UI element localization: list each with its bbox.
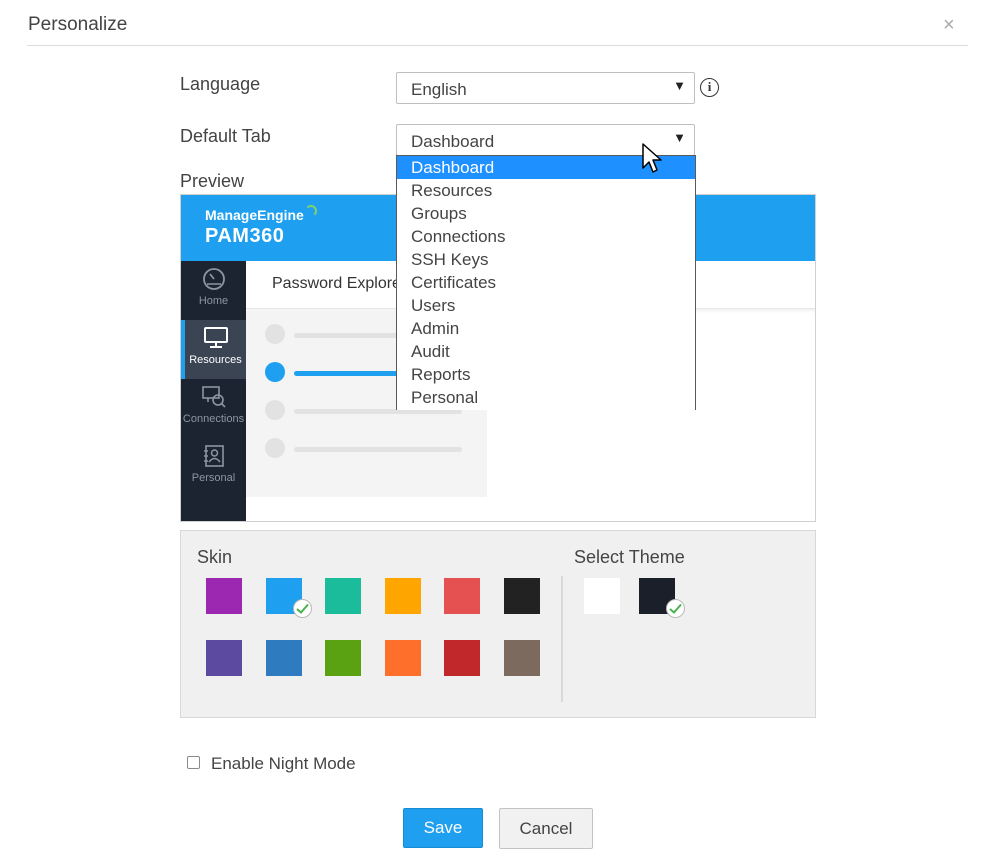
list-item-dot <box>265 400 285 420</box>
skin-swatch[interactable] <box>206 640 242 676</box>
option-connections[interactable]: Connections <box>397 225 695 248</box>
preview-nav-label: Resources <box>189 354 242 366</box>
select-theme-label: Select Theme <box>574 547 685 567</box>
night-mode-checkbox[interactable] <box>187 756 200 769</box>
preview-tab-label: Password Explorer <box>272 275 407 292</box>
preview-nav-connections: Connections <box>181 379 246 438</box>
preview-nav-personal: Personal <box>181 438 246 497</box>
skin-swatch[interactable] <box>266 640 302 676</box>
preview-nav-label: Personal <box>191 472 236 484</box>
preview-nav-resources: Resources <box>181 320 246 379</box>
skin-swatch[interactable] <box>325 578 361 614</box>
option-audit[interactable]: Audit <box>397 340 695 363</box>
info-icon[interactable]: i <box>700 78 719 97</box>
skin-swatch[interactable] <box>504 578 540 614</box>
option-groups[interactable]: Groups <box>397 202 695 225</box>
contact-book-icon <box>203 445 224 467</box>
preview-label: Preview <box>180 171 245 191</box>
option-certificates[interactable]: Certificates <box>397 271 695 294</box>
preview-nav-home: Home <box>181 261 246 320</box>
connections-icon <box>201 386 226 408</box>
skin-panel: Skin Select Theme <box>180 530 816 718</box>
language-select-value: English <box>411 80 467 99</box>
preview-sidebar: Home Resources Connections Personal <box>181 261 246 521</box>
theme-swatch[interactable] <box>584 578 620 614</box>
skin-swatch[interactable] <box>444 640 480 676</box>
dialog-title: Personalize <box>28 14 128 35</box>
preview-nav-label: Home <box>198 295 229 307</box>
preview-nav-label: Connections <box>182 413 245 425</box>
default-tab-options: Dashboard Resources Groups Connections S… <box>396 155 696 410</box>
option-users[interactable]: Users <box>397 294 695 317</box>
default-tab-label: Default Tab <box>180 126 271 146</box>
check-icon <box>666 599 685 618</box>
close-icon[interactable]: × <box>943 14 955 36</box>
list-item-dot <box>265 324 285 344</box>
skin-swatch[interactable] <box>385 640 421 676</box>
panel-divider <box>561 576 563 702</box>
list-item-placeholder <box>294 447 462 452</box>
skin-swatch[interactable] <box>325 640 361 676</box>
skin-label: Skin <box>197 547 233 567</box>
skin-swatch[interactable] <box>206 578 242 614</box>
caret-down-icon: ▼ <box>673 130 686 145</box>
skin-swatch[interactable] <box>444 578 480 614</box>
list-item-dot-selected <box>265 362 285 382</box>
save-button[interactable]: Save <box>403 808 483 848</box>
monitor-icon <box>203 327 228 348</box>
brand-logo-arc-icon <box>305 205 317 217</box>
preview-brand-name: ManageEngine <box>205 207 304 223</box>
skin-swatch[interactable] <box>385 578 421 614</box>
night-mode-label[interactable]: Enable Night Mode <box>211 754 356 774</box>
preview-product-name: PAM360 <box>205 225 285 247</box>
language-select[interactable]: English ▼ <box>396 72 695 104</box>
list-item-dot <box>265 438 285 458</box>
check-icon <box>293 599 312 618</box>
option-ssh-keys[interactable]: SSH Keys <box>397 248 695 271</box>
option-resources[interactable]: Resources <box>397 179 695 202</box>
cancel-button[interactable]: Cancel <box>499 808 593 849</box>
option-admin[interactable]: Admin <box>397 317 695 340</box>
option-personal[interactable]: Personal <box>397 386 695 409</box>
mouse-cursor-icon <box>642 143 662 173</box>
header-divider <box>27 45 968 46</box>
default-tab-select-value: Dashboard <box>411 132 495 151</box>
dashboard-gauge-icon <box>202 268 225 290</box>
option-reports[interactable]: Reports <box>397 363 695 386</box>
language-label: Language <box>180 74 261 94</box>
caret-down-icon: ▼ <box>673 78 686 93</box>
skin-swatch[interactable] <box>504 640 540 676</box>
